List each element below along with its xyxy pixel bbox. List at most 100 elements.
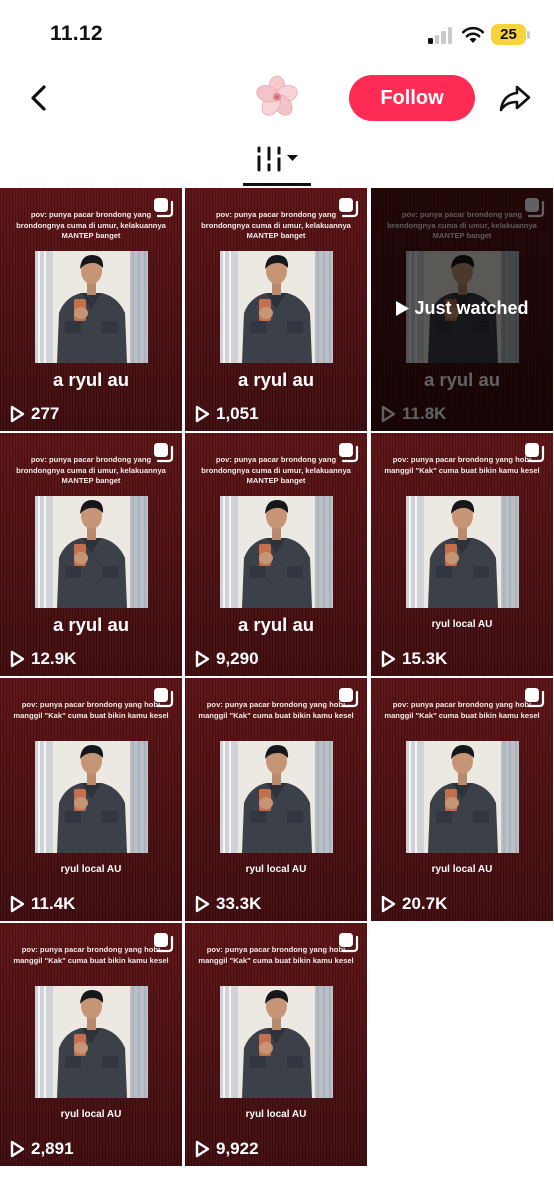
sort-tab-indicator [243, 183, 311, 186]
video-thumbnail [220, 986, 333, 1098]
video-thumbnail [35, 496, 148, 608]
video-caption: pov: punya pacar brondong yang hobi mang… [13, 945, 169, 965]
play-icon [195, 405, 210, 423]
video-thumbnail [220, 741, 333, 853]
play-filled-icon [396, 301, 410, 316]
view-count: 12.9K [9, 648, 76, 670]
share-arrow-icon[interactable] [497, 80, 533, 116]
play-icon [195, 895, 210, 913]
person-photo [35, 251, 148, 363]
video-tile[interactable]: pov: punya pacar brondong yang hobi mang… [185, 678, 367, 921]
video-title: ryul local AU [431, 619, 493, 630]
video-tile[interactable]: pov: punya pacar brondong yang brondongn… [0, 433, 182, 676]
view-count-label: 9,922 [216, 1139, 259, 1158]
view-count-label: 277 [31, 404, 60, 423]
copy-icon [339, 933, 359, 953]
back-chevron-icon[interactable] [24, 80, 56, 116]
copy-icon [154, 198, 174, 218]
video-caption: pov: punya pacar brondong yang hobi mang… [384, 455, 540, 475]
flower-icon [256, 75, 298, 116]
view-count: 1,051 [194, 403, 259, 425]
video-thumbnail [35, 251, 148, 363]
copy-icon [339, 688, 359, 708]
sort-filter-icon[interactable] [243, 140, 311, 184]
copy-icon [154, 933, 174, 953]
person-photo [406, 496, 519, 608]
copy-icon [339, 198, 359, 218]
video-thumbnail [35, 986, 148, 1098]
video-caption: pov: punya pacar brondong yang brondongn… [201, 210, 351, 240]
person-photo [35, 496, 148, 608]
copy-icon [154, 688, 174, 708]
view-count: 9,922 [194, 1138, 259, 1160]
copy-icon [154, 443, 174, 463]
play-icon [10, 895, 25, 913]
video-caption: pov: punya pacar brondong yang brondongn… [201, 455, 351, 485]
video-caption: pov: punya pacar brondong yang hobi mang… [13, 700, 169, 720]
view-count: 15.3K [380, 648, 447, 670]
video-thumbnail [220, 496, 333, 608]
person-photo [220, 251, 333, 363]
person-photo [35, 741, 148, 853]
view-count-label: 2,891 [31, 1139, 74, 1158]
play-icon [10, 650, 25, 668]
person-photo [35, 986, 148, 1098]
person-photo [406, 741, 519, 853]
video-title: a ryul au [237, 614, 315, 635]
video-caption: pov: punya pacar brondong yang hobi mang… [198, 700, 354, 720]
video-title: ryul local AU [60, 1109, 122, 1120]
just-watched-badge: Just watched [371, 298, 553, 319]
play-icon [381, 895, 396, 913]
video-title: a ryul au [237, 369, 315, 390]
video-title: ryul local AU [245, 864, 307, 875]
play-icon [195, 1140, 210, 1158]
video-caption: pov: punya pacar brondong yang brondongn… [16, 455, 166, 485]
video-tile[interactable]: pov: punya pacar brondong yang brondongn… [0, 188, 182, 431]
person-photo [220, 496, 333, 608]
play-icon [381, 650, 396, 668]
video-caption: pov: punya pacar brondong yang hobi mang… [198, 945, 354, 965]
view-count-label: 20.7K [402, 894, 448, 913]
battery-cap [527, 31, 530, 39]
video-tile[interactable]: pov: punya pacar brondong yang hobi mang… [0, 923, 182, 1166]
view-count-label: 33.3K [216, 894, 262, 913]
play-icon [195, 650, 210, 668]
video-tile[interactable]: pov: punya pacar brondong yang hobi mang… [185, 923, 367, 1166]
video-title: ryul local AU [245, 1109, 307, 1120]
video-tile[interactable]: pov: punya pacar brondong yang brondongn… [185, 188, 367, 431]
view-count-label: 9,290 [216, 649, 259, 668]
view-count: 277 [9, 403, 59, 425]
view-count: 9,290 [194, 648, 259, 670]
video-title: ryul local AU [60, 864, 122, 875]
view-count: 33.3K [194, 893, 261, 915]
video-tile[interactable]: pov: punya pacar brondong yang brondongn… [371, 188, 553, 431]
view-count-label: 1,051 [216, 404, 259, 423]
person-photo [220, 741, 333, 853]
copy-icon [525, 443, 545, 463]
video-thumbnail [35, 741, 148, 853]
wifi-icon [461, 26, 485, 43]
video-caption: pov: punya pacar brondong yang brondongn… [16, 210, 166, 240]
battery-level: 25 [491, 24, 526, 45]
video-thumbnail [406, 496, 519, 608]
video-thumbnail [406, 741, 519, 853]
follow-button[interactable]: Follow [349, 75, 475, 121]
copy-icon [525, 688, 545, 708]
view-count: 20.7K [380, 893, 447, 915]
video-tile[interactable]: pov: punya pacar brondong yang hobi mang… [371, 678, 553, 921]
play-icon [10, 405, 25, 423]
status-time: 11.12 [50, 22, 103, 45]
cellular-signal-icon [428, 26, 454, 44]
video-tile[interactable]: pov: punya pacar brondong yang hobi mang… [0, 678, 182, 921]
view-count: 11.4K [9, 893, 75, 915]
view-count-label: 11.4K [31, 894, 76, 913]
video-caption: pov: punya pacar brondong yang hobi mang… [384, 700, 540, 720]
view-count-label: 15.3K [402, 649, 448, 668]
copy-icon [339, 443, 359, 463]
video-thumbnail [220, 251, 333, 363]
video-tile[interactable]: pov: punya pacar brondong yang hobi mang… [371, 433, 553, 676]
video-title: a ryul au [52, 614, 130, 635]
just-watched-label: Just watched [414, 298, 529, 318]
video-tile[interactable]: pov: punya pacar brondong yang brondongn… [185, 433, 367, 676]
play-icon [10, 1140, 25, 1158]
